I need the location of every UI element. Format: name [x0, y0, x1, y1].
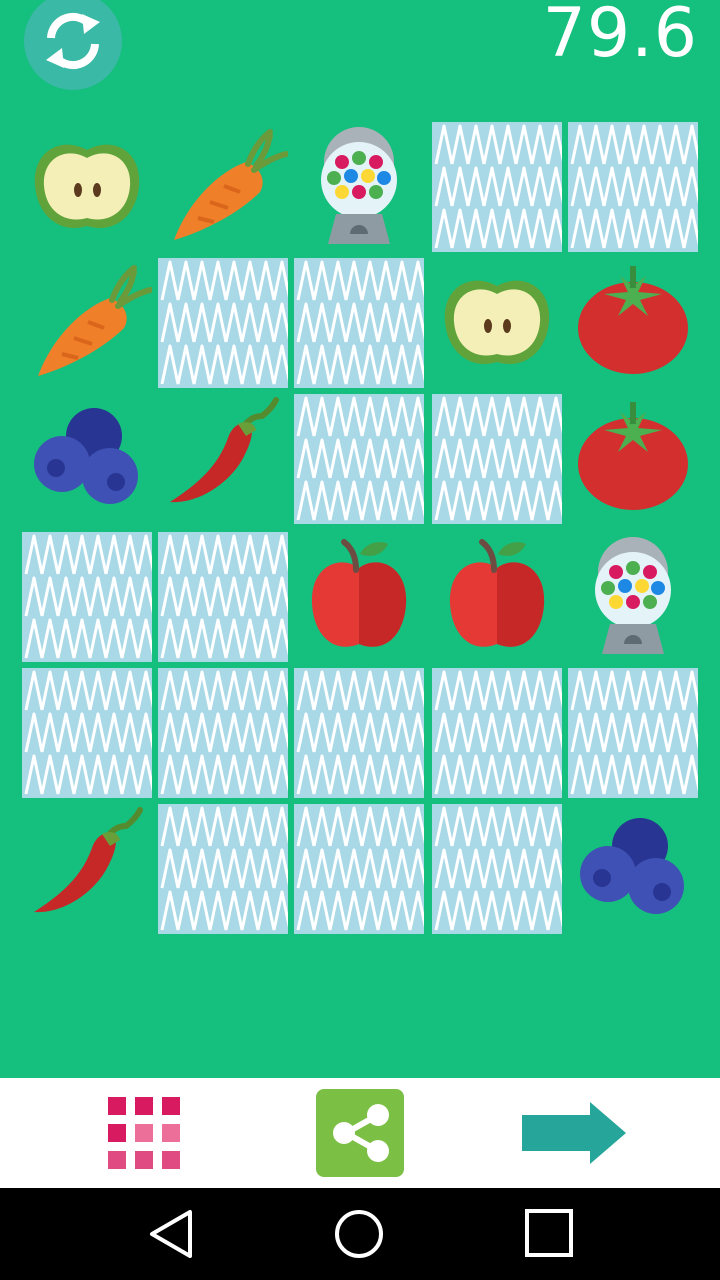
card-face-down[interactable] [432, 394, 562, 524]
card-carrot[interactable] [158, 122, 288, 252]
card-face-down[interactable] [432, 122, 562, 252]
carrot-icon [174, 129, 288, 240]
share-button[interactable] [316, 1089, 404, 1177]
home-button[interactable] [329, 1206, 389, 1262]
card-tomato[interactable] [568, 258, 698, 388]
back-triangle-icon [150, 1210, 192, 1258]
card-gumball[interactable] [568, 532, 698, 662]
system-nav-bar [0, 1188, 720, 1280]
card-face-down[interactable] [158, 668, 288, 798]
card-apple-half[interactable] [22, 122, 152, 252]
apple-half-icon [444, 280, 550, 365]
card-blueberries[interactable] [22, 394, 152, 524]
card-back-pattern [294, 258, 424, 388]
card-face-down[interactable] [158, 258, 288, 388]
card-back-pattern [294, 668, 424, 798]
card-back-pattern [294, 804, 424, 934]
grid-menu-button[interactable] [108, 1097, 180, 1169]
gumball-icon [595, 537, 671, 654]
apple-icon [311, 539, 407, 647]
home-circle-icon [335, 1210, 383, 1258]
card-tomato[interactable] [568, 394, 698, 524]
card-face-down[interactable] [568, 668, 698, 798]
tomato-icon [578, 402, 688, 510]
card-back-pattern [158, 532, 288, 662]
card-blueberries[interactable] [568, 804, 698, 934]
refresh-icon [46, 12, 100, 70]
card-back-pattern [432, 122, 562, 252]
next-button[interactable] [520, 1100, 628, 1166]
card-back-pattern [22, 532, 152, 662]
gumball-icon [321, 127, 397, 244]
card-face-down[interactable] [158, 532, 288, 662]
bottom-bar [0, 1078, 720, 1188]
apple-half-icon [34, 144, 140, 229]
card-apple-half[interactable] [432, 258, 562, 388]
card-apple[interactable] [294, 532, 424, 662]
card-face-down[interactable] [294, 258, 424, 388]
card-gumball[interactable] [294, 122, 424, 252]
back-button[interactable] [144, 1206, 204, 1262]
card-back-pattern [568, 668, 698, 798]
card-back-pattern [432, 394, 562, 524]
card-back-pattern [432, 668, 562, 798]
blueberries-icon [580, 818, 684, 914]
grid-menu-icon [108, 1097, 180, 1169]
card-face-down[interactable] [432, 668, 562, 798]
card-face-down[interactable] [294, 394, 424, 524]
card-carrot[interactable] [22, 258, 152, 388]
blueberries-icon [34, 408, 138, 504]
card-face-down[interactable] [22, 532, 152, 662]
recents-square-icon [525, 1209, 573, 1257]
card-face-down[interactable] [568, 122, 698, 252]
chili-icon [34, 807, 143, 913]
card-back-pattern [158, 668, 288, 798]
restart-button[interactable] [24, 0, 122, 90]
card-back-pattern [22, 668, 152, 798]
card-face-down[interactable] [294, 668, 424, 798]
card-chili[interactable] [158, 394, 288, 524]
card-back-pattern [568, 122, 698, 252]
card-back-pattern [158, 804, 288, 934]
game-area: 79.6 [0, 0, 720, 1078]
share-icon [333, 1104, 389, 1162]
card-face-down[interactable] [22, 668, 152, 798]
card-back-pattern [432, 804, 562, 934]
tomato-icon [578, 266, 688, 374]
card-back-pattern [294, 394, 424, 524]
card-face-down[interactable] [294, 804, 424, 934]
card-face-down[interactable] [158, 804, 288, 934]
card-apple[interactable] [432, 532, 562, 662]
card-back-pattern [158, 258, 288, 388]
recents-button[interactable] [519, 1206, 579, 1262]
arrow-right-icon [522, 1102, 626, 1164]
card-chili[interactable] [22, 804, 152, 934]
chili-icon [170, 397, 279, 503]
carrot-icon [38, 265, 152, 376]
apple-icon [449, 539, 545, 647]
timer: 79.6 [542, 0, 698, 73]
card-face-down[interactable] [432, 804, 562, 934]
